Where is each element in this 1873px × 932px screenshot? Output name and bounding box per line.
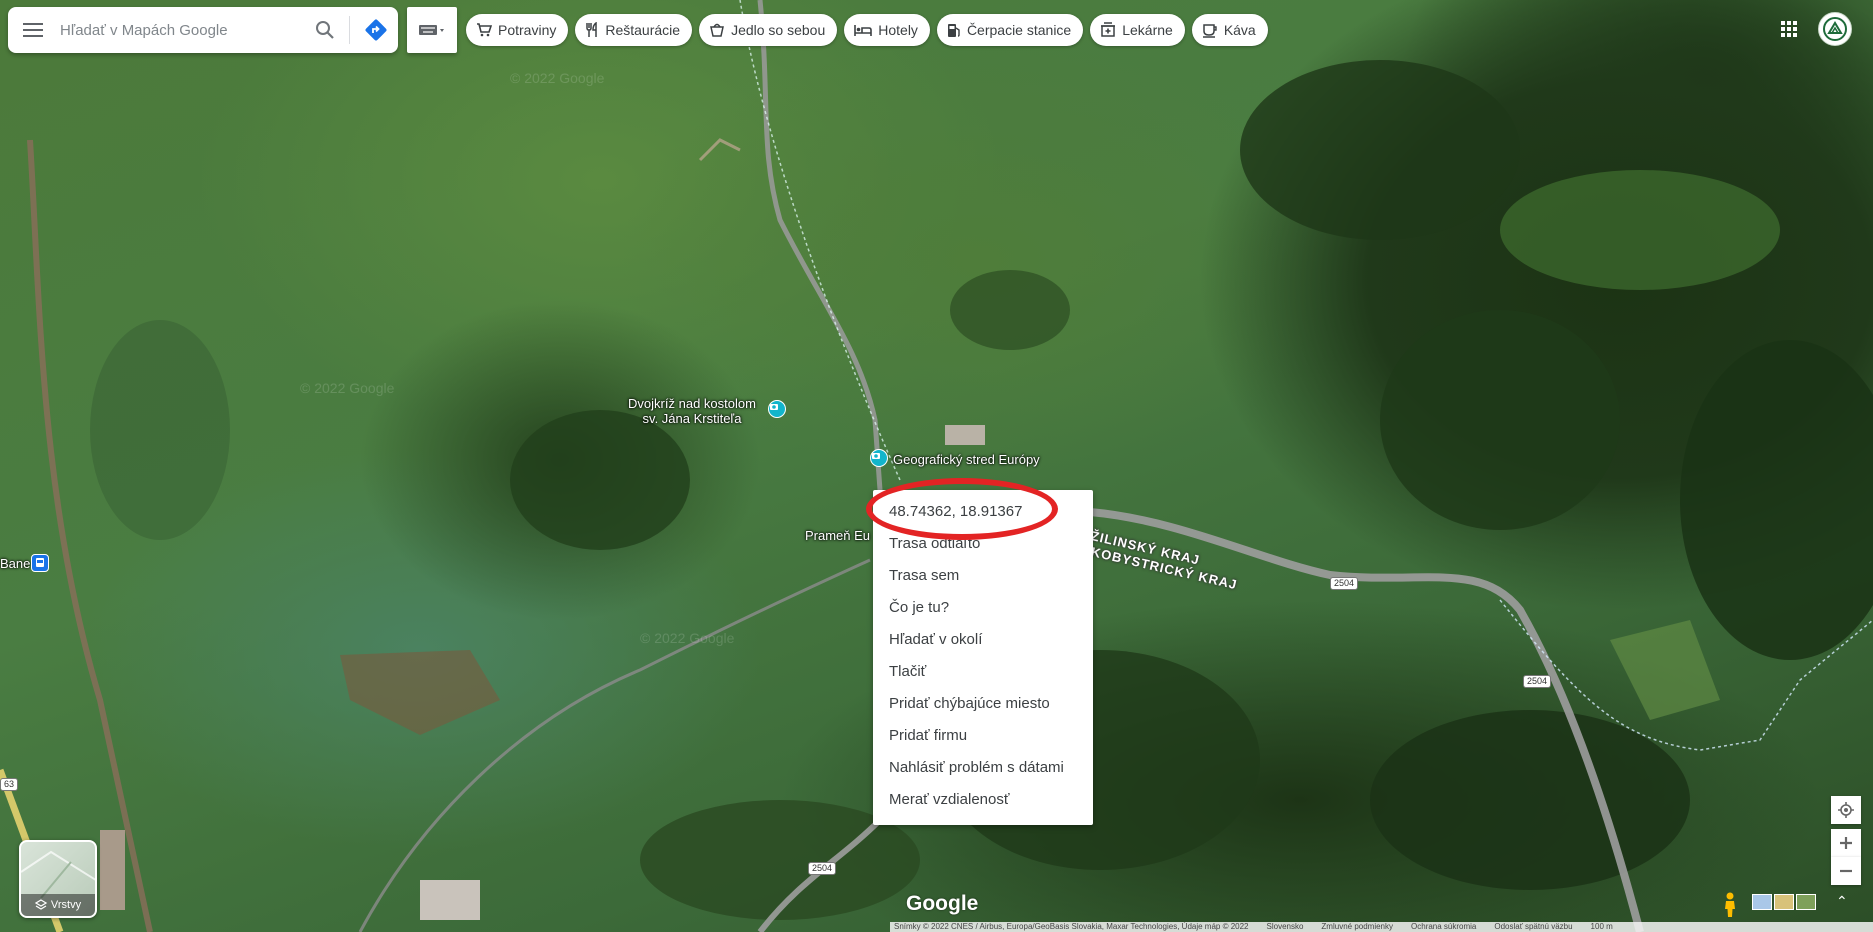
search-icon: [316, 21, 334, 39]
bed-icon: [854, 25, 873, 36]
chip-label: Káva: [1223, 22, 1256, 38]
road-number: 63: [0, 778, 19, 791]
chip-label: Reštaurácie: [605, 22, 681, 38]
map-watermark: © 2022 Google: [300, 380, 395, 396]
ctx-directions-from[interactable]: Trasa odtiaľto: [873, 528, 1093, 560]
account-logo-icon: [1823, 17, 1847, 41]
chip-groceries[interactable]: Potraviny: [466, 14, 569, 46]
coffee-icon: [1202, 24, 1217, 38]
terms-link[interactable]: Zmluvné podmienky: [1321, 922, 1393, 932]
thumb-map[interactable]: [1752, 894, 1772, 910]
ctx-add-missing-place[interactable]: Pridať chýbajúce miesto: [873, 688, 1093, 720]
cart-icon: [477, 23, 492, 37]
search-box: [8, 7, 398, 53]
chip-label: Lekárne: [1122, 22, 1173, 38]
country-link[interactable]: Slovensko: [1267, 922, 1304, 932]
camera-poi-icon[interactable]: [768, 400, 786, 418]
ctx-measure-distance[interactable]: Merať vzdialenosť: [873, 784, 1093, 816]
thumb-satellite[interactable]: [1796, 894, 1816, 910]
layers-label-bar: Vrstvy: [21, 894, 95, 916]
my-location-button[interactable]: [1831, 796, 1861, 824]
layers-button[interactable]: Vrstvy: [19, 840, 97, 918]
search-button[interactable]: [305, 7, 345, 53]
camera-poi-icon[interactable]: [870, 449, 888, 467]
chip-coffee[interactable]: Káva: [1191, 14, 1268, 46]
chip-label: Potraviny: [498, 22, 557, 38]
ctx-directions-to[interactable]: Trasa sem: [873, 560, 1093, 592]
cutlery-icon: [586, 22, 598, 37]
location-target-icon: [1838, 802, 1854, 818]
directions-button[interactable]: [354, 7, 398, 53]
chip-takeout[interactable]: Jedlo so sebou: [699, 14, 838, 46]
gas-station-icon: [947, 24, 960, 37]
context-menu: 48.74362, 18.91367 Trasa odtiaľto Trasa …: [873, 490, 1093, 825]
chip-label: Čerpacie stanice: [966, 22, 1072, 38]
map-watermark: © 2022 Google: [510, 70, 605, 86]
zoom-in-button[interactable]: [1831, 829, 1861, 857]
layers-label: Vrstvy: [50, 899, 82, 911]
imagery-thumbnails: [1752, 894, 1816, 910]
ctx-report-data-problem[interactable]: Nahlásiť problém s dátami: [873, 752, 1093, 784]
chip-restaurants[interactable]: Reštaurácie: [575, 14, 693, 46]
takeout-icon: [710, 23, 724, 37]
feedback-link[interactable]: Odoslať spätnú väzbu: [1494, 922, 1572, 932]
expand-icon[interactable]: ⌃: [1836, 893, 1848, 910]
scale-label[interactable]: 100 m: [1591, 922, 1613, 932]
zoom-out-button[interactable]: [1831, 857, 1861, 885]
keyboard-icon: [419, 25, 444, 35]
road-number: 2504: [1523, 675, 1552, 688]
google-apps-button[interactable]: [1776, 16, 1802, 42]
poi-label-spring[interactable]: Prameň Eu: [805, 528, 870, 543]
google-logo: Google: [906, 892, 979, 915]
pegman-icon: [1725, 892, 1735, 917]
hamburger-icon: [23, 23, 43, 37]
privacy-link[interactable]: Ochrana súkromia: [1411, 922, 1476, 932]
ctx-search-nearby[interactable]: Hľadať v okolí: [873, 624, 1093, 656]
pharmacy-icon: [1101, 22, 1116, 37]
ctx-add-business[interactable]: Pridať firmu: [873, 720, 1093, 752]
chip-hotels[interactable]: Hotely: [844, 14, 930, 46]
ctx-print[interactable]: Tlačiť: [873, 656, 1093, 688]
search-input[interactable]: [58, 9, 305, 51]
ctx-coordinates[interactable]: 48.74362, 18.91367: [873, 496, 1093, 528]
thumb-terrain[interactable]: [1774, 894, 1794, 910]
road-number: 2504: [1330, 577, 1359, 590]
directions-icon: [365, 19, 387, 41]
ctx-whats-here[interactable]: Čo je tu?: [873, 592, 1093, 624]
input-tools-button[interactable]: [407, 7, 457, 53]
chip-label: Hotely: [878, 22, 918, 38]
attribution-text: Snímky © 2022 CNES / Airbus, Europa/GeoB…: [894, 922, 1249, 931]
poi-label-station[interactable]: Bane: [0, 556, 30, 571]
street-view-pegman[interactable]: [1718, 890, 1742, 920]
account-avatar[interactable]: [1818, 12, 1852, 46]
layers-icon: [34, 899, 47, 910]
chip-label: Jedlo so sebou: [731, 22, 826, 38]
map-watermark: © 2022 Google: [640, 630, 735, 646]
map-thumbnail: [21, 850, 95, 899]
poi-label-cross[interactable]: Dvojkríž nad kostolom sv. Jána Krstiteľa: [617, 396, 767, 426]
road-number: 2504: [808, 862, 837, 875]
plus-icon: [1840, 837, 1852, 849]
map-footer: Snímky © 2022 CNES / Airbus, Europa/GeoB…: [890, 922, 1873, 932]
poi-label-center[interactable]: Geografický stred Európy: [893, 452, 1040, 467]
apps-grid-icon: [1781, 21, 1797, 37]
category-chips: Potraviny Reštaurácie Jedlo so sebou Hot…: [466, 14, 1268, 46]
minus-icon: [1840, 869, 1852, 873]
menu-button[interactable]: [8, 7, 58, 53]
chip-gas-stations[interactable]: Čerpacie stanice: [936, 14, 1084, 46]
chip-pharmacies[interactable]: Lekárne: [1090, 14, 1185, 46]
divider: [349, 16, 350, 44]
bus-station-icon[interactable]: [31, 554, 49, 572]
